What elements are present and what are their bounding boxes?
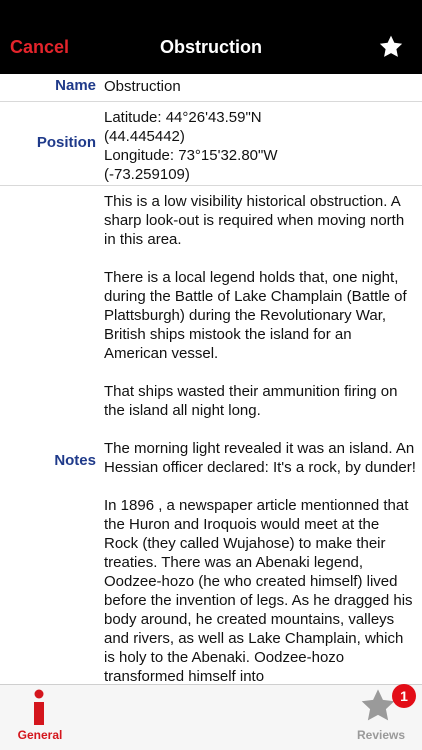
notes-paragraph: This is a low visibility historical obst… <box>104 193 405 248</box>
detail-list: Name Obstruction Position Latitude: 44°2… <box>0 74 422 684</box>
notes-paragraph: The morning light revealed it was an isl… <box>104 440 416 476</box>
tab-bar: General 1 Reviews <box>0 684 422 750</box>
tab-general[interactable]: General <box>0 685 80 750</box>
star-icon[interactable] <box>378 34 404 60</box>
latitude-text: Latitude: 44°26'43.59"N <box>104 109 262 126</box>
reviews-badge: 1 <box>392 684 416 708</box>
position-row: Position Latitude: 44°26'43.59"N (44.445… <box>0 102 422 186</box>
latitude-decimal-text: (44.445442) <box>104 128 185 145</box>
notes-row[interactable]: Notes This is a low visibility historica… <box>0 186 422 684</box>
tab-reviews-label: Reviews <box>356 728 406 742</box>
page-title: Obstruction <box>160 37 262 57</box>
notes-paragraph: In 1896 , a newspaper article mentionned… <box>104 497 413 684</box>
longitude-decimal-text: (-73.259109) <box>104 166 190 183</box>
position-value: Latitude: 44°26'43.59"N (44.445442) Long… <box>104 108 416 184</box>
notes-label: Notes <box>54 452 96 469</box>
tab-reviews[interactable]: 1 Reviews <box>340 684 422 750</box>
notes-paragraph: That ships wasted their ammunition firin… <box>104 383 398 419</box>
name-label: Name <box>55 77 96 94</box>
name-row: Name Obstruction <box>0 74 422 102</box>
name-value: Obstruction <box>104 78 181 95</box>
info-icon <box>34 689 44 725</box>
app-screen: Cancel Obstruction Name Obstruction Posi… <box>0 0 422 750</box>
position-label: Position <box>36 134 96 151</box>
navigation-bar: Cancel Obstruction <box>0 0 422 74</box>
notes-value: This is a low visibility historical obst… <box>104 192 416 684</box>
tab-general-label: General <box>17 728 63 742</box>
longitude-text: Longitude: 73°15'32.80"W <box>104 147 278 164</box>
notes-paragraph: There is a local legend holds that, one … <box>104 269 407 362</box>
